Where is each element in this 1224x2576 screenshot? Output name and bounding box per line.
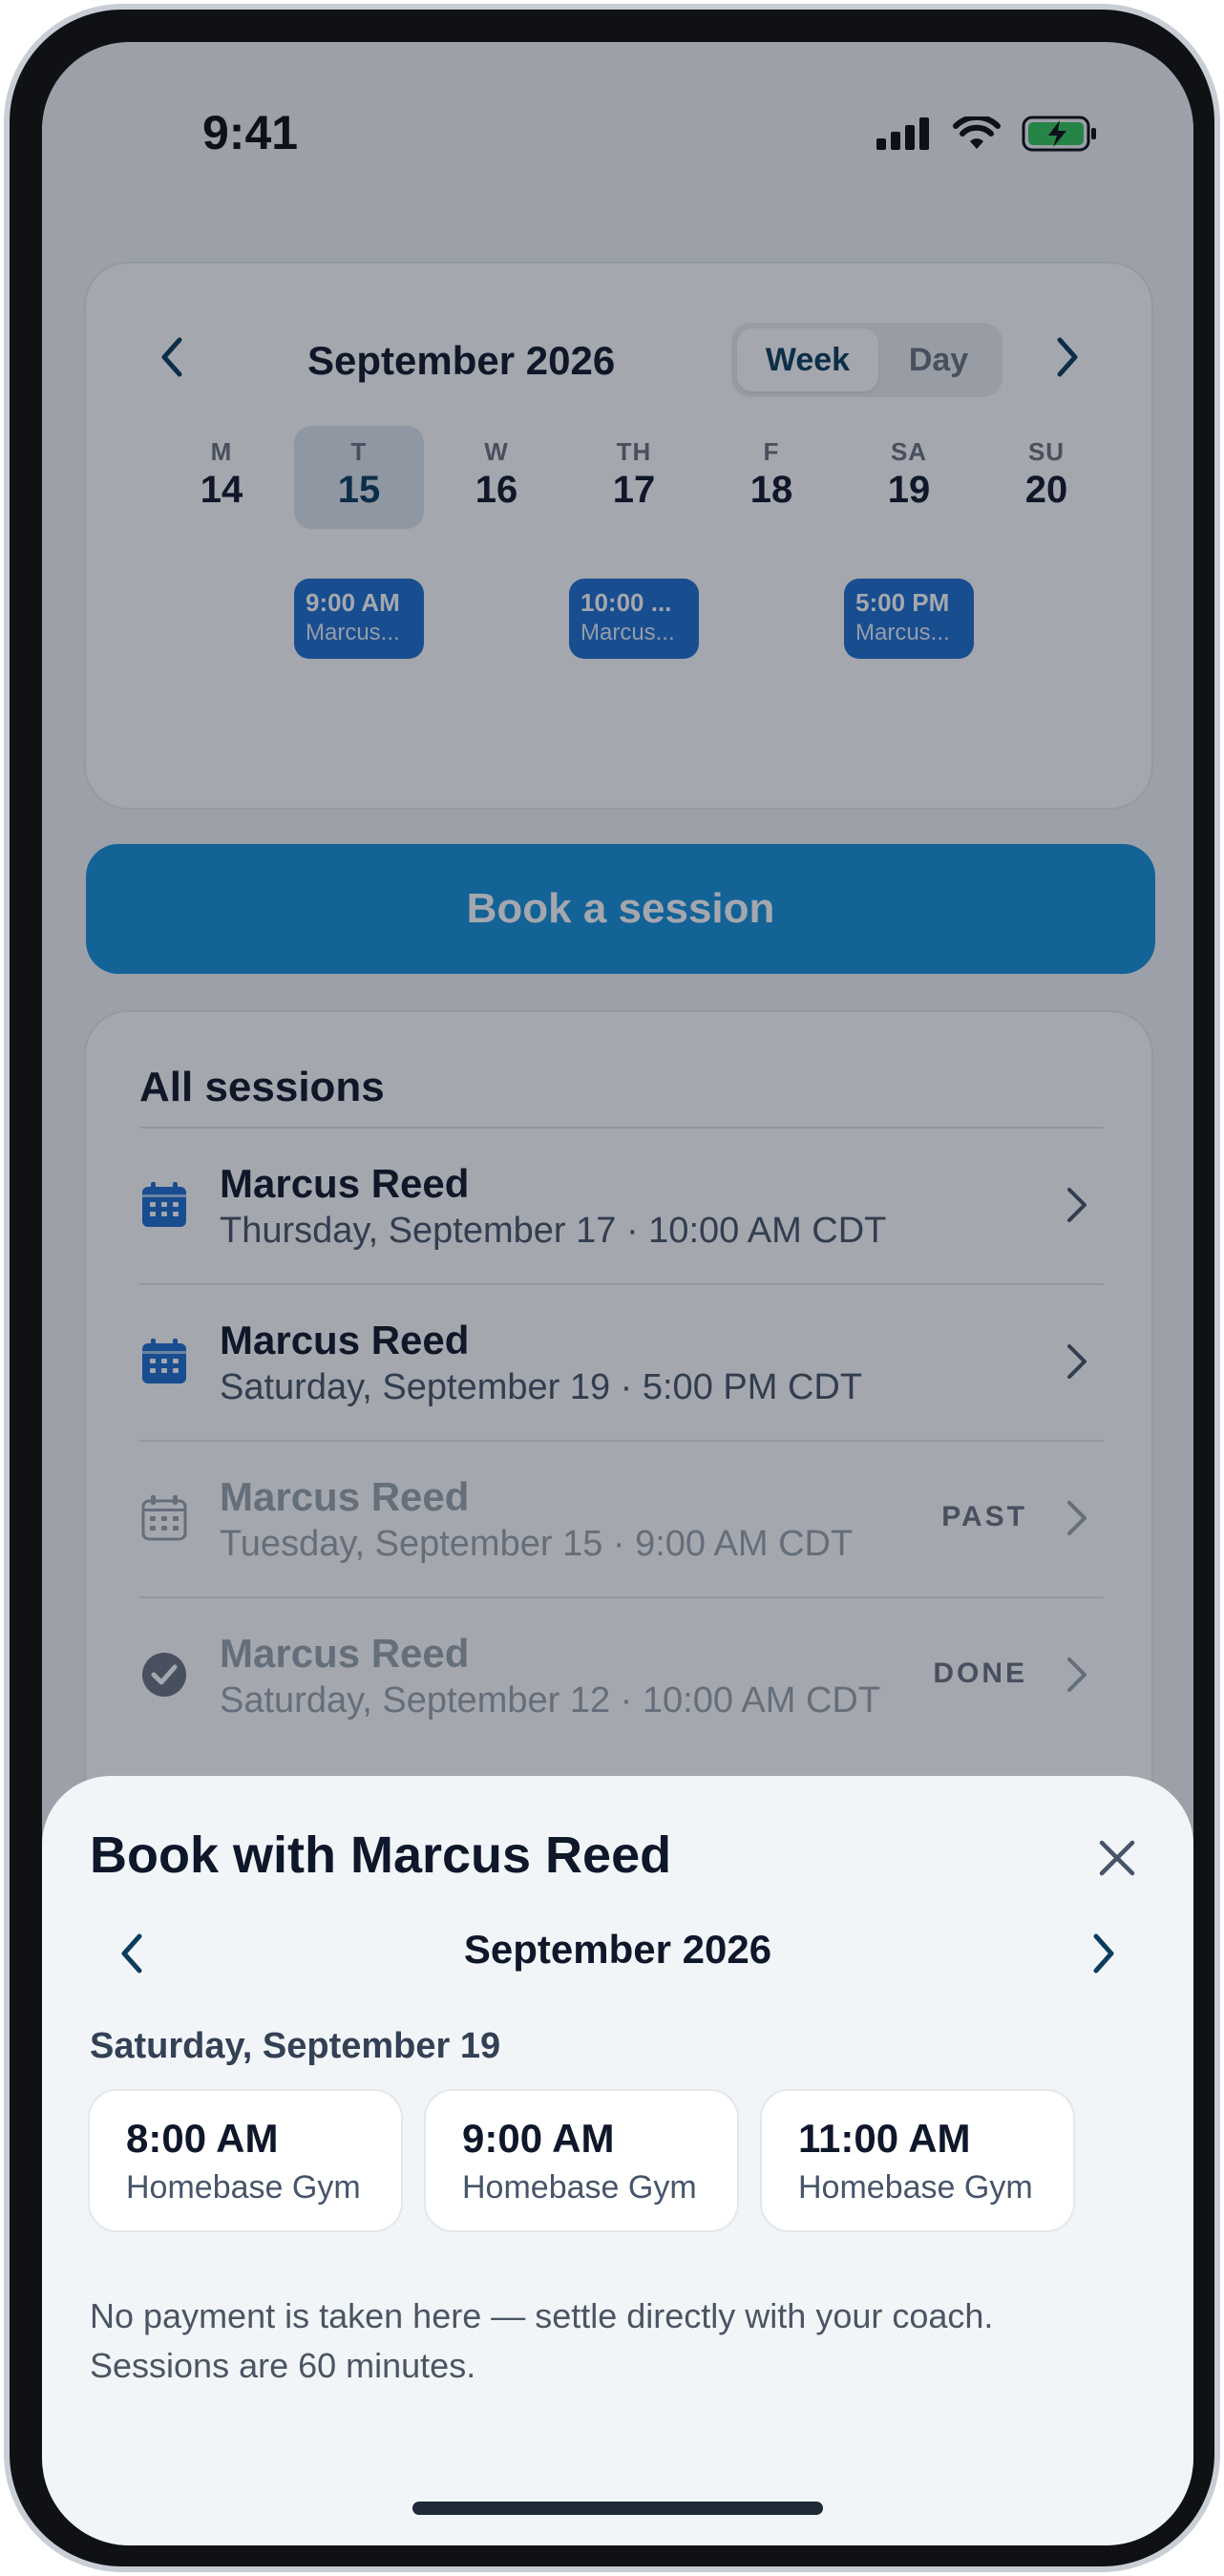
- slot-time: 11:00 AM: [798, 2116, 971, 2161]
- prev-month-button[interactable]: [105, 1927, 158, 1980]
- selected-date-heading: Saturday, September 19: [90, 2026, 501, 2066]
- chevron-left-icon: [121, 1933, 142, 1974]
- next-month-button[interactable]: [1077, 1927, 1130, 1980]
- payment-note-line: No payment is taken here — settle direct…: [90, 2296, 994, 2335]
- close-button[interactable]: [1090, 1831, 1144, 1885]
- time-slot[interactable]: 11:00 AM Homebase Gym: [762, 2091, 1073, 2230]
- chevron-right-icon: [1093, 1933, 1114, 1974]
- slot-time: 8:00 AM: [126, 2116, 279, 2161]
- time-slot[interactable]: 9:00 AM Homebase Gym: [426, 2091, 737, 2230]
- close-icon: [1099, 1840, 1135, 1876]
- slot-location: Homebase Gym: [462, 2169, 697, 2206]
- sheet-title: Book with Marcus Reed: [90, 1826, 672, 1884]
- booking-sheet: Book with Marcus Reed September 2026 Sat…: [42, 1776, 1193, 2545]
- home-indicator[interactable]: [412, 2502, 823, 2515]
- time-slot[interactable]: 8:00 AM Homebase Gym: [90, 2091, 401, 2230]
- duration-note-line: Sessions are 60 minutes.: [90, 2346, 476, 2385]
- slot-location: Homebase Gym: [798, 2169, 1033, 2206]
- slot-time: 9:00 AM: [462, 2116, 615, 2161]
- phone-frame: 9:41 September 2026 Week Day M 14 T 15 W…: [4, 4, 1220, 2572]
- sheet-month-title: September 2026: [463, 1927, 772, 1972]
- payment-note: No payment is taken here — settle direct…: [90, 2291, 1140, 2391]
- screen: 9:41 September 2026 Week Day M 14 T 15 W…: [42, 42, 1193, 2545]
- slot-location: Homebase Gym: [126, 2169, 361, 2206]
